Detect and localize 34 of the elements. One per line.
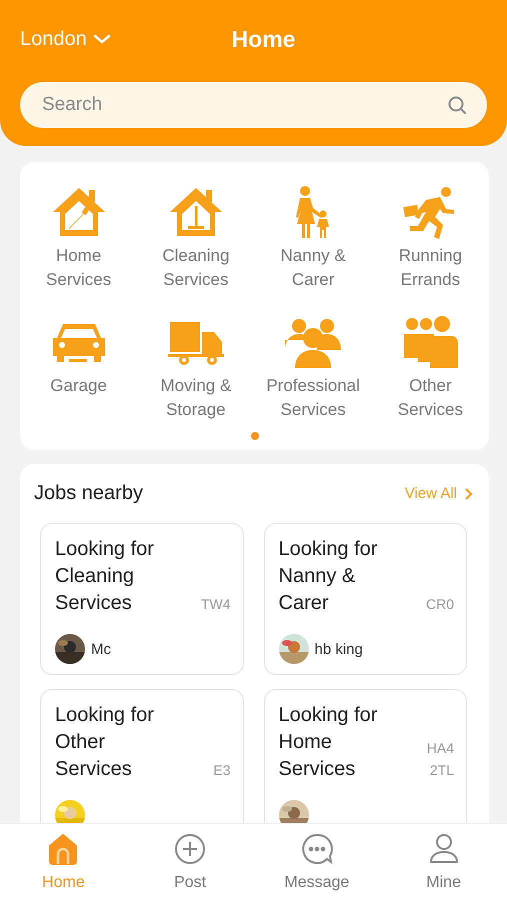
tab[interactable]: Message <box>254 824 380 900</box>
category-item[interactable]: Garage <box>20 314 138 422</box>
category-item[interactable]: Nanny & Carer <box>254 184 372 292</box>
tab[interactable]: Mine <box>380 824 507 900</box>
category-item[interactable]: Home Services <box>20 184 138 292</box>
category-item[interactable]: Other Services <box>372 314 489 422</box>
tab[interactable]: Home <box>0 824 127 900</box>
postcode: CR0 <box>424 595 454 614</box>
location-dropdown[interactable]: London <box>20 28 111 50</box>
user-name: hb king <box>314 640 363 658</box>
category-item[interactable]: Moving & Storage <box>137 314 254 422</box>
category-item[interactable]: Professional Services <box>254 314 372 422</box>
category-item[interactable]: Running Errands <box>372 184 489 292</box>
search-input[interactable]: Search <box>40 93 447 117</box>
job-title: Looking for Nanny & Carer <box>278 537 378 616</box>
chevron-down-icon <box>92 33 111 45</box>
job-title: Looking for Cleaning Services <box>55 537 155 616</box>
plus-icon <box>173 832 208 866</box>
user-name: Mc <box>91 640 111 658</box>
postcode: E3 <box>212 761 230 780</box>
chevron-right-icon <box>463 486 473 500</box>
search-icon[interactable] <box>447 95 467 115</box>
page-title: Home <box>232 26 296 52</box>
category-item[interactable]: Cleaning Services <box>137 184 254 292</box>
job-card[interactable]: Looking for Nanny & Carer CR0 hb king <box>264 523 467 675</box>
postcode: HA4 2TL <box>426 739 454 780</box>
job-title: Looking for Home Services <box>278 703 378 782</box>
postcode: TW4 <box>200 595 230 614</box>
job-title: Looking for Other Services <box>55 703 155 782</box>
search-field[interactable]: Search <box>20 82 487 128</box>
section-title: Jobs nearby <box>34 482 143 505</box>
job-card[interactable]: Looking for Cleaning Services TW4 Mc <box>40 523 244 675</box>
tab[interactable]: Post <box>126 824 254 900</box>
chat-icon <box>300 832 334 866</box>
